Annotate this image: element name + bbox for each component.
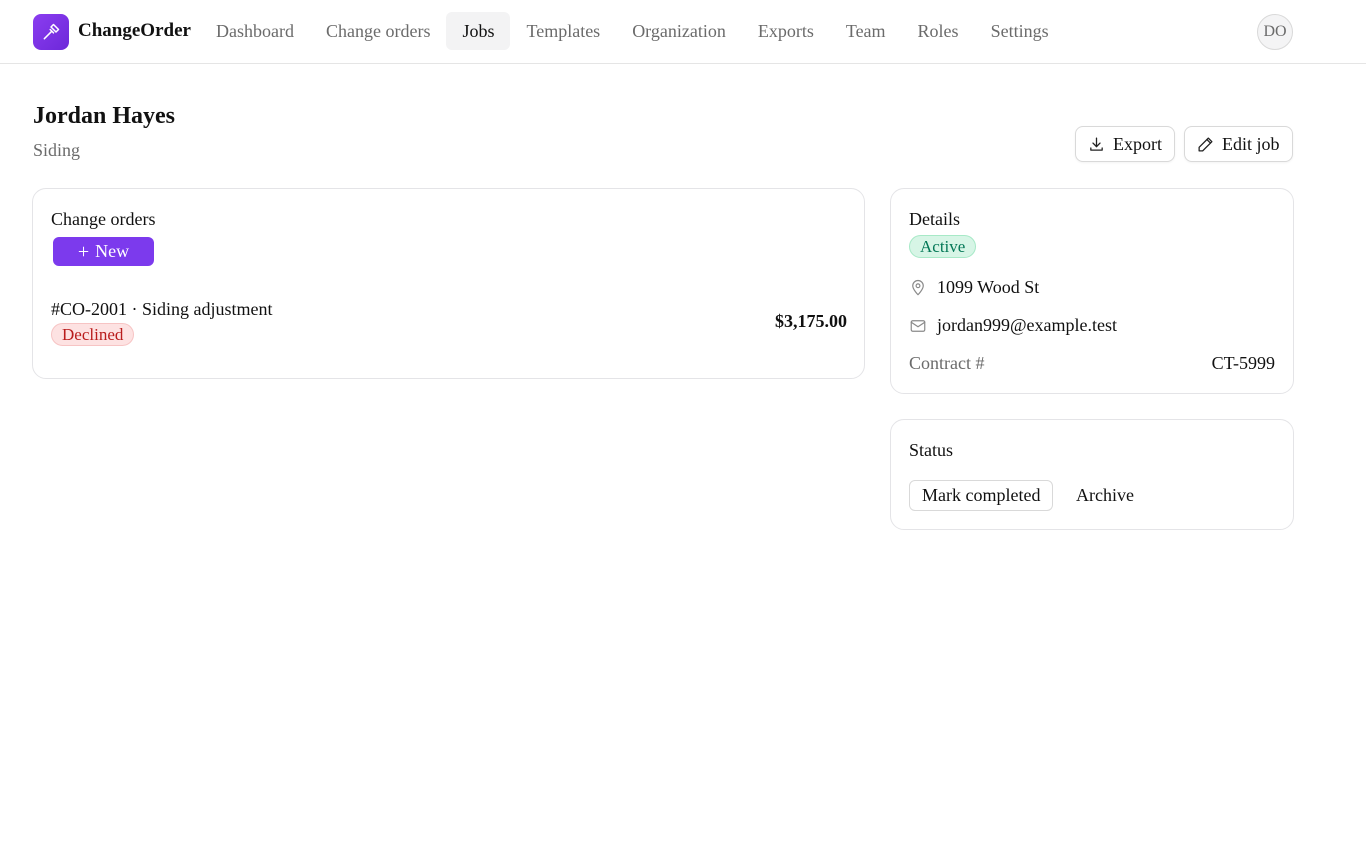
map-pin-icon: [912, 279, 924, 295]
change-order-amount: $3,175.00: [775, 311, 847, 331]
address-text: 1099 Wood St: [937, 277, 1040, 297]
details-card: Details Active 1099 Wood St jordan999@ex…: [890, 188, 1294, 394]
change-orders-card: Change orders + New #CO-2001 · Siding ad…: [32, 188, 865, 379]
app-logo[interactable]: [33, 14, 69, 50]
status-badge: Declined: [51, 323, 135, 346]
address-row: 1099 Wood St: [909, 277, 1039, 298]
download-icon: [1090, 136, 1103, 151]
mail-icon: [910, 319, 926, 332]
new-label: New: [95, 241, 130, 261]
archive-button[interactable]: Archive: [1076, 480, 1134, 511]
change-orders-title: Change orders: [51, 209, 156, 229]
nav-item-change-orders[interactable]: Change orders: [310, 12, 446, 50]
contract-value: CT-5999: [1211, 353, 1275, 373]
nav-item-roles[interactable]: Roles: [902, 12, 975, 50]
top-navbar: ChangeOrder Dashboard Change orders Jobs…: [0, 0, 1366, 64]
page-title: Jordan Hayes: [33, 103, 176, 129]
mark-completed-button[interactable]: Mark completed: [909, 480, 1054, 511]
email-row: jordan999@example.test: [909, 315, 1117, 336]
status-title: Status: [909, 440, 954, 460]
export-label: Export: [1113, 133, 1162, 154]
new-change-order-button[interactable]: + New: [53, 237, 154, 266]
nav-item-exports[interactable]: Exports: [742, 12, 830, 50]
user-avatar[interactable]: DO: [1257, 14, 1293, 50]
hammer-icon: [43, 23, 60, 40]
status-badge: Active: [909, 235, 977, 258]
edit-job-button[interactable]: Edit job: [1184, 126, 1293, 162]
plus-icon: +: [77, 240, 90, 263]
nav-item-templates[interactable]: Templates: [510, 12, 616, 50]
nav-item-settings[interactable]: Settings: [975, 12, 1065, 50]
brand-name[interactable]: ChangeOrder: [78, 20, 191, 42]
nav-item-jobs[interactable]: Jobs: [446, 12, 511, 50]
contract-label: Contract #: [909, 353, 985, 373]
edit-job-label: Edit job: [1222, 133, 1280, 154]
change-order-row[interactable]: #CO-2001 · Siding adjustment Declined $3…: [51, 299, 847, 349]
nav-item-organization[interactable]: Organization: [616, 12, 742, 50]
details-title: Details: [909, 209, 960, 229]
nav-item-dashboard[interactable]: Dashboard: [200, 12, 310, 50]
change-order-title[interactable]: #CO-2001 · Siding adjustment: [51, 299, 273, 320]
nav-item-team[interactable]: Team: [830, 12, 902, 50]
export-button[interactable]: Export: [1075, 126, 1175, 162]
pencil-icon: [1198, 136, 1213, 152]
page-subtitle: Siding: [33, 140, 81, 160]
status-card: Status Mark completed Archive: [890, 419, 1294, 530]
main-nav: Dashboard Change orders Jobs Templates O…: [200, 12, 1065, 50]
email-text: jordan999@example.test: [937, 315, 1118, 335]
